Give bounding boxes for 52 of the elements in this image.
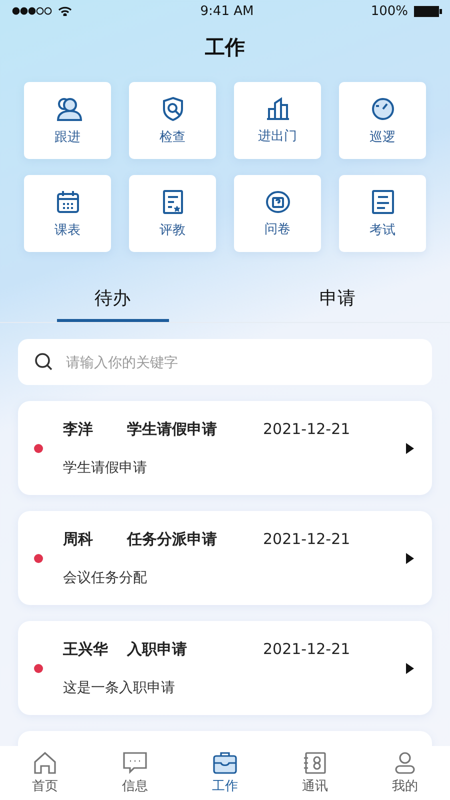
score-sheet-icon: [370, 188, 394, 214]
clock-icon: [370, 96, 396, 122]
briefcase-icon: [212, 751, 238, 775]
buildings-icon: [264, 96, 290, 120]
request-note: 这是一条入职申请: [63, 678, 176, 696]
nav-tab[interactable]: 首页: [0, 746, 90, 800]
request-note: 学生请假申请: [63, 458, 148, 476]
search-field[interactable]: 请输入你的关键字: [18, 339, 432, 385]
play-icon: [406, 662, 414, 674]
shortcut-tile[interactable]: 跟进: [24, 82, 111, 159]
task-card[interactable]: 周科 任务分派申请 2021-12-21 会议任务分配: [18, 511, 432, 605]
task-card[interactable]: 李洋 学生请假申请 2021-12-21 学生请假申请: [18, 401, 432, 495]
wifi-icon: [58, 6, 72, 16]
nav-tab[interactable]: 信息: [90, 746, 180, 800]
nav-tab[interactable]: 我的: [360, 746, 450, 800]
home-icon: [32, 751, 58, 775]
task-card[interactable]: 王兴华 入职申请 2021-12-21 这是一条入职申请: [18, 621, 432, 715]
calendar-icon: [54, 188, 80, 214]
message-icon: [122, 751, 148, 775]
shortcut-tile[interactable]: 巡逻: [339, 82, 426, 159]
request-date: 2021-12-21: [263, 530, 350, 548]
shortcut-tile[interactable]: 考试: [339, 175, 426, 252]
signal-icon: [12, 7, 52, 15]
request-type: 学生请假申请: [127, 420, 218, 438]
search-input[interactable]: 请输入你的关键字: [64, 353, 416, 371]
applicant-name: 王兴华: [63, 640, 109, 658]
shortcut-tile[interactable]: 检查: [129, 82, 216, 159]
page-title: 工作: [205, 35, 245, 59]
request-date: 2021-12-21: [263, 420, 350, 438]
battery-percent: 100%: [370, 4, 408, 18]
request-date: 2021-12-21: [263, 640, 350, 658]
status-time: 9:41 AM: [200, 4, 254, 18]
play-icon: [406, 442, 414, 454]
search-icon: [34, 352, 54, 372]
shortcut-tile[interactable]: 问卷: [234, 175, 321, 252]
request-note: 会议任务分配: [63, 568, 148, 586]
shield-search-icon: [160, 96, 184, 122]
request-type: 任务分派申请: [127, 530, 218, 548]
question-circle-icon: [264, 190, 290, 214]
request-type: 入职申请: [127, 640, 188, 658]
tab[interactable]: 申请: [282, 282, 394, 322]
nav-tab[interactable]: 通讯: [270, 746, 360, 800]
contacts-icon: [302, 751, 328, 775]
shortcut-tile[interactable]: 进出门: [234, 82, 321, 159]
shortcut-tile[interactable]: 评教: [129, 175, 216, 252]
tab[interactable]: 待办: [56, 282, 168, 322]
applicant-name: 周科: [63, 530, 94, 548]
battery-icon: [414, 6, 442, 16]
applicant-name: 李洋: [63, 420, 94, 438]
shortcut-tile[interactable]: 课表: [24, 175, 111, 252]
nav-tab[interactable]: 工作: [180, 746, 270, 800]
play-icon: [406, 552, 414, 564]
